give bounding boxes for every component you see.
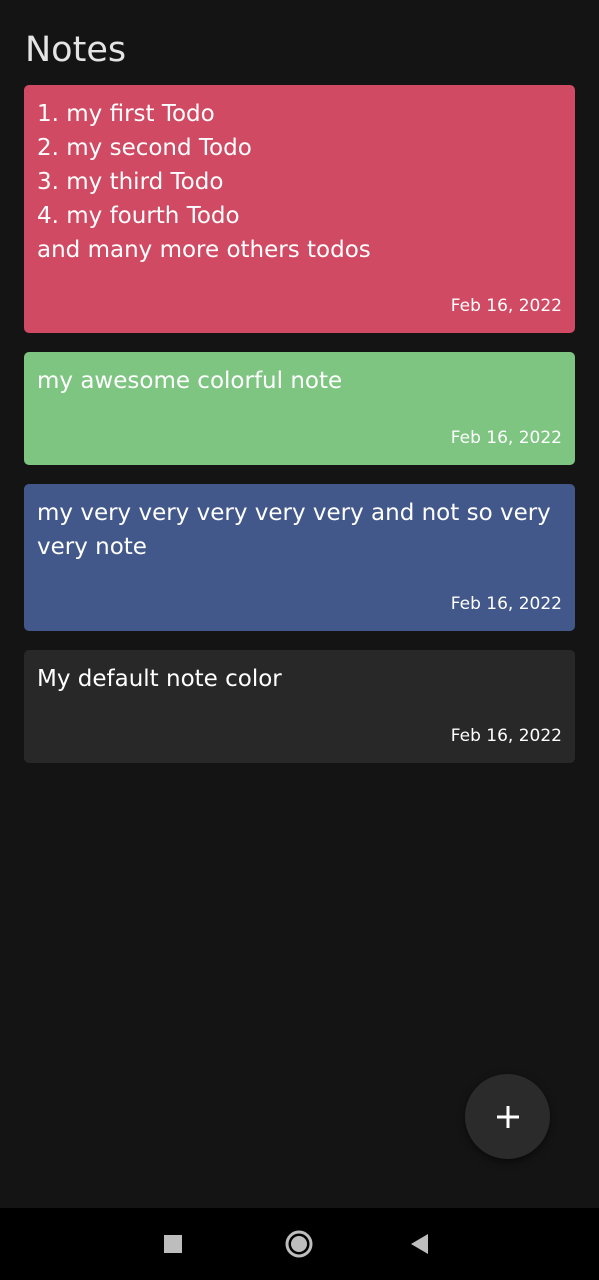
back-button[interactable] [402, 1226, 438, 1262]
notes-list: 1. my first Todo 2. my second Todo 3. my… [24, 85, 575, 782]
note-date: Feb 16, 2022 [450, 428, 562, 448]
note-date: Feb 16, 2022 [450, 594, 562, 614]
square-icon [164, 1235, 182, 1253]
note-card[interactable]: my awesome colorful note Feb 16, 2022 [24, 352, 575, 465]
note-text: my very very very very very and not so v… [37, 500, 551, 560]
recents-button[interactable] [155, 1226, 191, 1262]
add-note-button[interactable] [465, 1074, 550, 1159]
note-text: My default note color [37, 666, 282, 692]
triangle-back-icon [411, 1234, 428, 1254]
note-card[interactable]: 1. my first Todo 2. my second Todo 3. my… [24, 85, 575, 333]
note-date: Feb 16, 2022 [450, 296, 562, 316]
plus-icon [496, 1105, 519, 1128]
note-card[interactable]: my very very very very very and not so v… [24, 484, 575, 631]
note-date: Feb 16, 2022 [450, 726, 562, 746]
circle-icon [285, 1230, 313, 1258]
note-card[interactable]: My default note color Feb 16, 2022 [24, 650, 575, 763]
note-text: 1. my first Todo 2. my second Todo 3. my… [37, 101, 371, 263]
home-button[interactable] [281, 1226, 317, 1262]
page-title: Notes [25, 30, 127, 70]
system-navigation-bar [0, 1208, 599, 1280]
notes-screen: Notes 1. my first Todo 2. my second Todo… [0, 0, 599, 1280]
note-text: my awesome colorful note [37, 368, 343, 394]
